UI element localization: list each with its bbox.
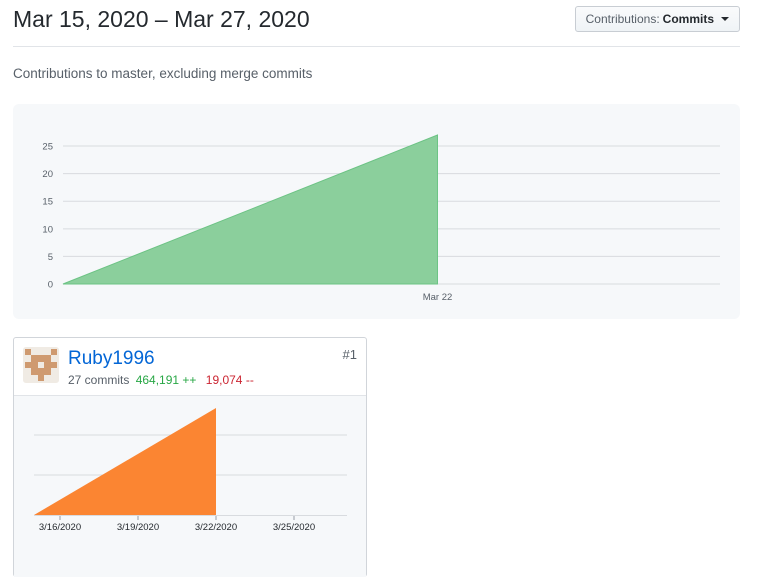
y-tick-label: 0 <box>48 280 53 291</box>
contributor-chart: 3/16/2020 3/19/2020 3/22/2020 3/25/2020 <box>34 408 347 533</box>
x-tick-label: 3/19/2020 <box>117 522 159 533</box>
identicon-icon[interactable] <box>23 347 59 383</box>
y-tick-label: 25 <box>42 142 53 153</box>
x-tick-label: 3/16/2020 <box>39 522 81 533</box>
contributor-header: Ruby1996 27 commits 464,191 ++ 19,074 --… <box>14 338 366 395</box>
page-header: Mar 15, 2020 – Mar 27, 2020 Contribution… <box>13 0 740 47</box>
additions-count: 464,191 ++ <box>135 373 197 387</box>
y-tick-label: 15 <box>42 197 53 208</box>
y-tick-label: 20 <box>42 169 53 180</box>
contributor-stats: 27 commits 464,191 ++ 19,074 -- <box>68 373 254 387</box>
contributor-graph: 3/16/2020 3/19/2020 3/22/2020 3/25/2020 <box>14 395 366 577</box>
contributor-username-link[interactable]: Ruby1996 <box>68 348 155 370</box>
contributions-graph: 0 5 10 15 20 25 Mar 22 <box>13 104 740 319</box>
x-tick-label: 3/25/2020 <box>273 522 315 533</box>
contributor-commits-area <box>34 408 216 515</box>
y-tick-label: 10 <box>42 224 53 235</box>
graph-subtitle: Contributions to master, excluding merge… <box>13 66 313 81</box>
deletions-count: 19,074 -- <box>205 373 254 387</box>
contributions-type-dropdown[interactable]: Contributions: Commits <box>574 6 740 32</box>
commits-area <box>62 134 438 285</box>
date-range-title: Mar 15, 2020 – Mar 27, 2020 <box>13 6 310 32</box>
commit-count: 27 commits <box>68 373 130 387</box>
contributor-rank: #1 <box>342 347 357 362</box>
caret-down-icon <box>721 17 729 21</box>
x-tick-label: 3/22/2020 <box>195 522 237 533</box>
x-tick-label: Mar 22 <box>423 292 453 303</box>
dropdown-value: Commits <box>662 12 714 26</box>
y-tick-label: 5 <box>48 252 53 263</box>
dropdown-prefix: Contributions: <box>585 12 660 26</box>
contributor-card: Ruby1996 27 commits 464,191 ++ 19,074 --… <box>13 337 367 577</box>
identicon-cell <box>51 375 57 381</box>
contributions-chart: 0 5 10 15 20 25 Mar 22 <box>42 134 720 303</box>
